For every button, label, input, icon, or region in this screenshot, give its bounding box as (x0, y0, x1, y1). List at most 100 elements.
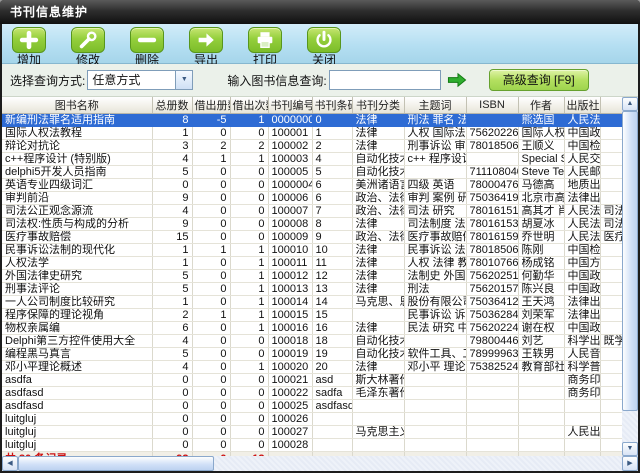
column-header[interactable]: 作者 (518, 97, 564, 114)
table-row[interactable]: 司法权:性质与构成的分析9001000088法律司法制度 法论780161536… (2, 218, 622, 231)
table-cell (404, 439, 466, 452)
table-row[interactable]: 医疗事故赔偿15001000099政治、法律医疗事故赔偿7801615980乔世… (2, 231, 622, 244)
table-cell: 中国检察出版 (564, 140, 600, 153)
table-cell: 2 (192, 140, 230, 153)
edit-button[interactable]: 修改 (69, 27, 107, 66)
table-row[interactable]: 英语专业四级词汇00010000046美洲诸语言四级 英语7800047601马… (2, 179, 622, 192)
table-cell: 高其才 肖建 (518, 205, 564, 218)
scroll-down-icon[interactable]: ▼ (622, 442, 638, 456)
table-cell: 自动化技术、 (352, 335, 404, 348)
vertical-scroll-thumb[interactable] (622, 111, 638, 411)
column-header[interactable]: 书刊条码 (312, 97, 352, 114)
table-cell: 7801615980 (466, 231, 518, 244)
horizontal-scrollbar[interactable]: ◀ ▶ (2, 456, 638, 471)
table-cell: 胡夏冰 (518, 218, 564, 231)
table-cell (600, 400, 622, 413)
table-cell: 谢在权 (518, 322, 564, 335)
column-header[interactable]: 借出次数 (230, 97, 268, 114)
table-cell: 100010 (268, 244, 312, 257)
table-cell (600, 257, 622, 270)
table-cell: 0 (230, 179, 268, 192)
column-header[interactable]: 出版社 (564, 97, 600, 114)
table-row[interactable]: 国际人权法教程1001000011法律人权 国际法 教7562022631国际人… (2, 127, 622, 140)
chevron-down-icon[interactable]: ▼ (175, 71, 192, 89)
print-button[interactable]: 打印 (246, 27, 284, 66)
table-row[interactable]: 民事诉讼法制的现代化11110001010法律民事诉讼 法律7801850610… (2, 244, 622, 257)
table-cell: 1 (152, 127, 192, 140)
table-row[interactable]: delphi5开发人员指南5001000055自动化技术、7111080406S… (2, 166, 622, 179)
table-row[interactable]: 辩论对抗论3221000022法律刑事诉讼 审理780185067X王顺义中国检… (2, 140, 622, 153)
table-row[interactable]: asdfa000100021asd斯大林著作商务印书馆 (2, 374, 622, 387)
table-cell: 0 (192, 322, 230, 335)
table-row[interactable]: 外国法律史研究50110001212法律法制史 外国 教7562025118何勤… (2, 270, 622, 283)
table-cell (404, 166, 466, 179)
advanced-query-button[interactable]: 高级查询 [F9] (489, 69, 589, 91)
table-cell (312, 426, 352, 439)
horizontal-scroll-thumb[interactable] (18, 456, 214, 471)
title-bar[interactable]: 书刊信息维护 (0, 0, 640, 24)
table-row[interactable]: Delphi第三方控件使用大全40010001818自动化技术、79800446… (2, 335, 622, 348)
add-button[interactable]: 增加 (10, 27, 48, 66)
table-row[interactable]: luitgluj000100027马克思主义、人民出版社 (2, 426, 622, 439)
table-cell: 国际人权法教程 (2, 127, 152, 140)
table-cell: 9 (312, 231, 352, 244)
table-cell (564, 400, 600, 413)
scroll-left-icon[interactable]: ◀ (2, 456, 18, 471)
table-cell: 民事诉讼 法律 (404, 244, 466, 257)
table-cell (600, 192, 622, 205)
table-cell: 7 (312, 205, 352, 218)
table-cell: 100013 (268, 283, 312, 296)
table-cell: 4 (152, 205, 192, 218)
table-row[interactable]: asdfasd000100022sadfa毛泽东著作商务印书馆 (2, 387, 622, 400)
table-row[interactable]: 刑事法评论50110001313法律刑法7562015740陈兴良中国政法大学 (2, 283, 622, 296)
scroll-right-icon[interactable]: ▶ (622, 456, 638, 471)
table-row[interactable]: luitgluj000100028 (2, 439, 622, 452)
table-row[interactable]: 邓小平理论概述40110002020法律邓小平 理论 思7538252479教育… (2, 361, 622, 374)
table-cell: 法律 (352, 244, 404, 257)
delete-button[interactable]: 删除 (128, 27, 166, 66)
plus-icon (12, 27, 46, 53)
table-row[interactable]: 物权亲属编60110001616法律民法 研究 中国7562022410谢在权中… (2, 322, 622, 335)
table-cell: 0 (230, 127, 268, 140)
table-row[interactable]: asdfasd000100025asdfasd (2, 400, 622, 413)
column-header[interactable]: 图书名称 (2, 97, 152, 114)
table-cell: 乔世明 (518, 231, 564, 244)
table-cell: 中国政法大学 (564, 270, 600, 283)
table-row[interactable]: 审判前沿9001000066政治、法律审判 案例 研究7503641975北京市… (2, 192, 622, 205)
column-header[interactable]: 主题词 (404, 97, 466, 114)
table-cell: 3 (152, 140, 192, 153)
table-row[interactable]: 编程黑马真言50010001919自动化技术、软件工具、工具7899996309… (2, 348, 622, 361)
table-row[interactable]: c++程序设计 (特别版)4111000034自动化技术、c++ 程序设计 语S… (2, 153, 622, 166)
vertical-scrollbar[interactable]: ▲ ▼ (622, 97, 638, 456)
table-cell: 100011 (268, 257, 312, 270)
table-cell: 100027 (268, 426, 312, 439)
column-header[interactable]: ISBN (466, 97, 518, 114)
table-row[interactable]: 新编刑法罪名适用指南8-510000000000法律刑法 罪名 法律熊选国人民法… (2, 114, 622, 127)
table-cell (600, 322, 622, 335)
close-button[interactable]: 关闭 (305, 27, 343, 66)
table-row[interactable]: 人权法学10110001111法律人权 法律 教材7801076613杨成铭中国… (2, 257, 622, 270)
table-cell: 6 (152, 322, 192, 335)
table-cell: 政治、法律 (352, 231, 404, 244)
search-input[interactable] (329, 70, 441, 90)
table-cell: 7899996309 (466, 348, 518, 361)
table-row[interactable]: 一人公司制度比较研究10110001414马克思、恩股份有限公司75036412… (2, 296, 622, 309)
table-cell: 100022 (268, 387, 312, 400)
table-cell: 1 (230, 296, 268, 309)
query-mode-select[interactable]: 任意方式 ▼ (87, 70, 193, 90)
column-header[interactable]: 书刊编号 (268, 97, 312, 114)
column-header[interactable] (600, 97, 622, 114)
export-arrow-icon (189, 27, 223, 53)
table-cell: 司法 (600, 205, 622, 218)
table-cell: 民法 研究 中国 (404, 322, 466, 335)
table-cell: Steve Teixe (518, 166, 564, 179)
export-button[interactable]: 导出 (187, 27, 225, 66)
table-row[interactable]: 司法公正观念源流4001000077政治、法律司法 研究7801615115高其… (2, 205, 622, 218)
column-header[interactable]: 总册数 (152, 97, 192, 114)
scroll-up-icon[interactable]: ▲ (622, 97, 638, 111)
table-row[interactable]: luitgluj000100026 (2, 413, 622, 426)
table-row[interactable]: 程序保障的理论视角21110001515民事诉讼 诉讼7503628480刘荣军… (2, 309, 622, 322)
column-header[interactable]: 借出册数 (192, 97, 230, 114)
table-cell: 何勤华 (518, 270, 564, 283)
column-header[interactable]: 书刊分类 (352, 97, 404, 114)
